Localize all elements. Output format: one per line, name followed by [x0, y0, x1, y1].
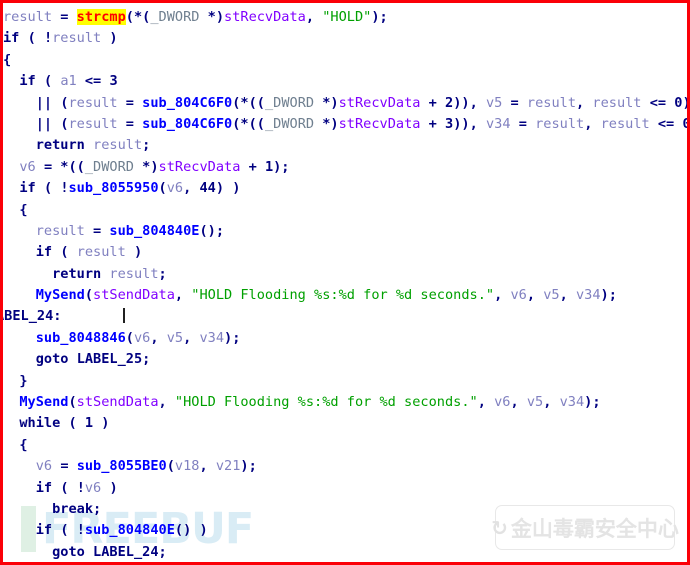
code-line[interactable]: return result; — [3, 264, 687, 285]
text-caret — [123, 308, 126, 324]
code-line-label[interactable]: ABEL_24: — [3, 306, 687, 327]
code-line[interactable]: result = sub_804840E(); — [3, 221, 687, 242]
code-line[interactable]: if ( result ) — [3, 242, 687, 263]
code-line[interactable]: MySend(stSendData, "HOLD Flooding %s:%d … — [3, 285, 687, 306]
code-line[interactable]: return result; — [3, 135, 687, 156]
code-line[interactable]: while ( 1 ) — [3, 413, 687, 434]
code-line[interactable]: if ( !v6 ) — [3, 478, 687, 499]
code-line[interactable]: || (result = sub_804C6F0(*((_DWORD *)stR… — [3, 114, 687, 135]
code-line[interactable]: if ( !sub_8055950(v6, 44) ) — [3, 178, 687, 199]
code-line[interactable]: v6 = *((_DWORD *)stRecvData + 1); — [3, 157, 687, 178]
pseudocode-editor[interactable]: result = strcmp(*(_DWORD *)stRecvData, "… — [3, 3, 687, 562]
code-line[interactable]: { — [3, 435, 687, 456]
code-line[interactable]: } — [3, 371, 687, 392]
code-line[interactable]: v6 = sub_8055BE0(v18, v21); — [3, 456, 687, 477]
code-line[interactable]: sub_8048846(v6, v5, v34); — [3, 328, 687, 349]
code-line[interactable]: if ( !sub_804840E() ) — [3, 520, 687, 541]
code-line[interactable]: goto LABEL_24; — [3, 542, 687, 562]
code-line[interactable]: break; — [3, 499, 687, 520]
code-line[interactable]: || (result = sub_804C6F0(*((_DWORD *)stR… — [3, 93, 687, 114]
code-line[interactable]: result = strcmp(*(_DWORD *)stRecvData, "… — [3, 7, 687, 28]
code-line[interactable]: if ( a1 <= 3 — [3, 71, 687, 92]
code-line[interactable]: { — [3, 50, 687, 71]
code-line[interactable]: if ( !result ) — [3, 28, 687, 49]
decompiler-code-screenshot: result = strcmp(*(_DWORD *)stRecvData, "… — [0, 0, 690, 565]
code-line[interactable]: { — [3, 200, 687, 221]
code-line[interactable]: MySend(stSendData, "HOLD Flooding %s:%d … — [3, 392, 687, 413]
code-line[interactable]: goto LABEL_25; — [3, 349, 687, 370]
